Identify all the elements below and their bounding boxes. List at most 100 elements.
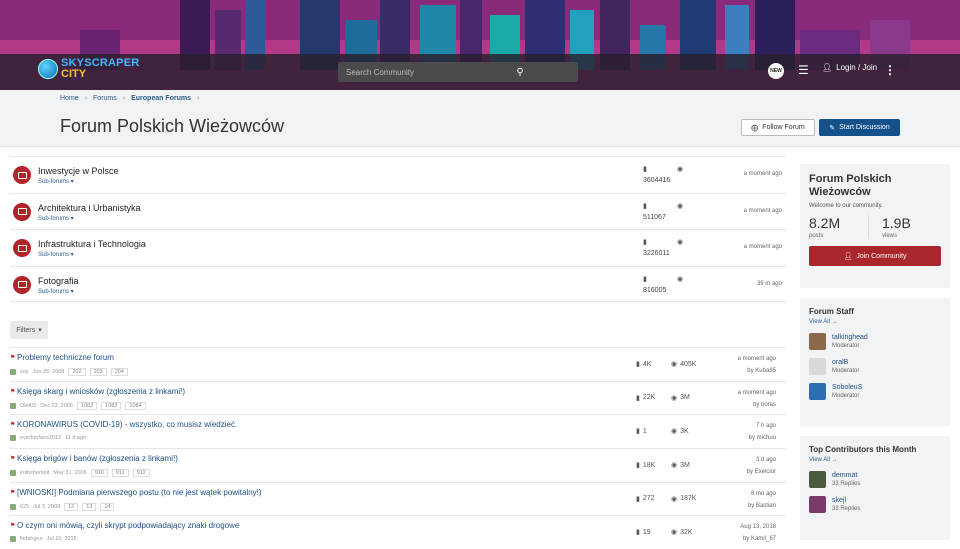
post-count: 3604416 (643, 177, 671, 184)
last-post-author[interactable]: by Exelcior (747, 466, 776, 478)
thread-author[interactable]: 625 (20, 504, 29, 510)
user-icon: 👤︎ (843, 253, 853, 260)
thread-author[interactable]: fiefahgen (20, 536, 43, 542)
messages-icon: ▮ (643, 202, 647, 210)
subforum-name[interactable]: Infrastruktura i Technologia (38, 239, 146, 249)
page-link[interactable]: 203 (89, 368, 107, 376)
thread-author[interactable]: OleKD (20, 403, 36, 409)
search-input[interactable]: Search Community ⚲ (338, 62, 578, 82)
comment-icon: ▮ (636, 428, 640, 436)
subforums-dropdown[interactable]: Sub-forums ▾ (38, 251, 74, 258)
page-link[interactable]: 12 (64, 502, 79, 511)
thread-date: May 31, 2006 (53, 470, 87, 477)
last-post-author[interactable]: by Kuba85 (738, 365, 776, 377)
member-item[interactable]: talkinghead Moderator (809, 333, 941, 350)
replies-stat: ▮ 4K (636, 360, 651, 369)
breadcrumb-european-forums[interactable]: European Forums (131, 95, 191, 102)
thread-title[interactable]: [WNIOSKI] Podmiana pierwszego postu (to … (17, 488, 262, 497)
subforum-list: Inwestycje w Polsce Sub-forums ▾ ▮ ◉ 360… (10, 156, 786, 302)
page-link[interactable]: 1084 (125, 401, 146, 410)
thread-title[interactable]: Problemy techniczne forum (17, 353, 114, 362)
thread-row[interactable]: ⚑ O czym oni mówią, czyli skrypt podpowi… (10, 515, 786, 549)
subforums-dropdown[interactable]: Sub-forums ▾ (38, 178, 74, 185)
list-view-icon[interactable]: ☰ (798, 63, 809, 77)
thread-title[interactable]: Księga skarg i wniosków (zgłoszenia z li… (17, 387, 185, 396)
views-stat: 1.9B views (868, 215, 941, 239)
thread-author[interactable]: kolbshemoit (20, 470, 49, 476)
thread-row[interactable]: ⚑ [WNIOSKI] Podmiana pierwszego postu (t… (10, 481, 786, 516)
last-post-author[interactable]: by michuu (749, 432, 776, 444)
subforums-dropdown[interactable]: Sub-forums ▾ (38, 288, 74, 295)
page-link[interactable]: 13 (82, 502, 97, 511)
member-item[interactable]: SoboleuS Moderator (809, 383, 941, 400)
last-post-author[interactable]: by noras (738, 399, 776, 411)
comment-icon: ▮ (636, 495, 640, 503)
page-link[interactable]: 912 (132, 469, 150, 478)
last-post-author[interactable]: by Kamil_67 (740, 533, 776, 545)
breadcrumb-forums[interactable]: Forums (93, 95, 117, 102)
thread-title[interactable]: O czym oni mówią, czyli skrypt podpowiad… (17, 521, 239, 530)
member-name[interactable]: oralB (832, 359, 859, 366)
post-count: 3226011 (643, 250, 670, 257)
thread-row[interactable]: ⚑ Księga skarg i wniosków (zgłoszenia z … (10, 380, 786, 415)
new-posts-button[interactable]: NEW (768, 63, 784, 79)
site-logo[interactable]: SKYSCRAPER CITY (38, 58, 139, 80)
eye-icon: ◉ (671, 361, 678, 368)
views-number: 1.9B (882, 215, 911, 231)
thread-row[interactable]: ⚑ KORONAWIRUS (COVID-19) - wszystko, co … (10, 414, 786, 448)
member-item[interactable]: oralB Moderator (809, 358, 941, 375)
staff-view-all-link[interactable]: View All → (809, 319, 941, 325)
member-item[interactable]: skejl 33 Replies (809, 496, 941, 513)
thread-author[interactable]: everfonfans2012 (20, 435, 61, 441)
search-icon[interactable]: ⚲ (462, 67, 578, 78)
pin-icon: ⚑ (10, 388, 16, 395)
more-menu-icon[interactable]: ⋮ (884, 63, 896, 77)
member-name[interactable]: talkinghead (832, 334, 868, 341)
edit-icon: ✎ (829, 124, 836, 132)
member-item[interactable]: demmat 33 Replies (809, 471, 941, 488)
subforum-row[interactable]: Inwestycje w Polsce Sub-forums ▾ ▮ ◉ 360… (10, 156, 786, 193)
subforum-row[interactable]: Architektura i Urbanistyka Sub-forums ▾ … (10, 192, 786, 230)
thread-title[interactable]: KORONAWIRUS (COVID-19) - wszystko, co mu… (17, 420, 237, 429)
views-count: 3M (680, 394, 690, 402)
contributors-view-all-link[interactable]: View All → (809, 457, 941, 463)
subforum-name[interactable]: Architektura i Urbanistyka (38, 203, 141, 213)
thread-author[interactable]: voy (20, 369, 29, 375)
filters-button[interactable]: Filters ▾ (10, 321, 48, 339)
thread-meta: 625 Jul 3, 2009 12 13 14 (10, 502, 115, 511)
subforums-dropdown[interactable]: Sub-forums ▾ (38, 215, 74, 222)
view-all-label: View All (809, 319, 830, 325)
start-discussion-button[interactable]: ✎ Start Discussion (819, 119, 900, 136)
join-community-button[interactable]: 👤︎ Join Community (809, 246, 941, 266)
page-link[interactable]: 14 (100, 502, 115, 511)
eye-icon: ◉ (671, 462, 678, 470)
page-link[interactable]: 202 (68, 368, 86, 376)
page-link[interactable]: 911 (111, 469, 129, 478)
thread-row[interactable]: ⚑ Księga brigów i banów (zgłoszenia z li… (10, 448, 786, 482)
subforum-row[interactable]: Infrastruktura i Technologia Sub-forums … (10, 229, 786, 266)
last-post-author[interactable]: by Bastian (748, 500, 776, 512)
page-link[interactable]: 204 (110, 368, 128, 376)
breadcrumb-home[interactable]: Home (60, 95, 79, 102)
contributors-heading: Top Contributors this Month (809, 445, 917, 454)
member-name[interactable]: skejl (832, 497, 860, 504)
page-link[interactable]: 1082 (76, 401, 98, 410)
subforum-name[interactable]: Inwestycje w Polsce (38, 166, 119, 176)
page-link[interactable]: 1083 (101, 401, 122, 410)
globe-logo-icon (38, 59, 58, 79)
forum-staff-card: Forum Staff View All → talkinghead Moder… (800, 298, 950, 426)
login-button[interactable]: 👤︎ Login / Join (822, 63, 877, 72)
subforum-row[interactable]: Fotografia Sub-forums ▾ ▮ ◉ 816005 39 m … (10, 265, 786, 302)
subforum-name[interactable]: Fotografia (38, 276, 79, 286)
follow-forum-button[interactable]: ⨁ Follow Forum (741, 119, 815, 136)
thread-row[interactable]: ⚑ Problemy techniczne forum voy Jun 28, … (10, 347, 786, 381)
page-link[interactable]: 910 (90, 469, 108, 478)
forum-about-card: Forum Polskich Wieżowców Welcome to our … (800, 164, 950, 288)
views-stat: ◉ 3M (671, 461, 690, 470)
thread-date: Dec 23, 2006 (40, 402, 73, 409)
member-name[interactable]: demmat (832, 472, 860, 479)
eye-icon: ◉ (671, 394, 678, 402)
views-stat: ◉ 3K (671, 427, 689, 436)
thread-title[interactable]: Księga brigów i banów (zgłoszenia z link… (17, 454, 178, 463)
member-name[interactable]: SoboleuS (832, 384, 862, 391)
